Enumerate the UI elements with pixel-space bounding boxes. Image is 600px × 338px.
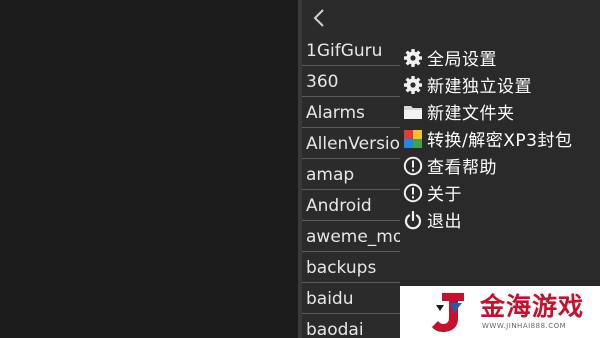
gear-icon (402, 47, 424, 69)
watermark-text: 金海游戏 WWW.JINHAI888.COM (480, 293, 584, 331)
watermark-title: 金海游戏 (480, 292, 585, 321)
back-button[interactable] (306, 4, 332, 32)
menu-list: 全局设置 新建独立设置 新建文件夹 转换/解密XP3封包 查看帮助 关于 退出 (402, 44, 572, 233)
menu-label: 全局设置 (427, 50, 497, 70)
menu-item-exit[interactable]: 退出 (402, 206, 572, 233)
menu-item-new-standalone-settings[interactable]: 新建独立设置 (402, 71, 572, 98)
menu-label: 新建文件夹 (427, 104, 515, 124)
menu-label: 退出 (427, 212, 462, 232)
menu-label: 查看帮助 (427, 158, 497, 178)
menu-item-new-folder[interactable]: 新建文件夹 (402, 98, 572, 125)
menu-item-convert-decrypt-xp3[interactable]: 转换/解密XP3封包 (402, 125, 572, 152)
menu-item-view-help[interactable]: 查看帮助 (402, 152, 572, 179)
power-icon (402, 209, 424, 231)
menu-label: 转换/解密XP3封包 (427, 131, 573, 151)
folder-item[interactable]: baidu (302, 284, 400, 314)
site-watermark: 金海游戏 WWW.JINHAI888.COM (400, 286, 600, 338)
folder-item[interactable]: 360 (302, 67, 400, 97)
folder-item[interactable]: baodai (302, 315, 400, 338)
menu-label: 新建独立设置 (427, 77, 532, 97)
info-icon (402, 155, 424, 177)
menu-item-global-settings[interactable]: 全局设置 (402, 44, 572, 71)
info-icon (402, 182, 424, 204)
folder-item[interactable]: Alarms (302, 98, 400, 128)
jinhai-logo-icon (432, 293, 464, 332)
gear-icon (402, 74, 424, 96)
folder-item[interactable]: Android (302, 191, 400, 221)
folder-list: 1GifGuru 360 Alarms AllenVersion amap An… (302, 36, 400, 338)
folder-item[interactable]: 1GifGuru (302, 36, 400, 66)
watermark-url: WWW.JINHAI888.COM (482, 322, 567, 330)
folder-item[interactable]: aweme_monitor (302, 222, 400, 252)
folder-item[interactable]: backups (302, 253, 400, 283)
folder-panel: 1GifGuru 360 Alarms AllenVersion amap An… (302, 0, 400, 338)
folder-item[interactable]: AllenVersion (302, 129, 400, 159)
main-content-area (0, 0, 298, 338)
color-blocks-icon (402, 128, 424, 150)
folder-icon (402, 101, 424, 123)
menu-label: 关于 (427, 185, 462, 205)
menu-item-about[interactable]: 关于 (402, 179, 572, 206)
chevron-left-icon (313, 9, 324, 27)
folder-item[interactable]: amap (302, 160, 400, 190)
